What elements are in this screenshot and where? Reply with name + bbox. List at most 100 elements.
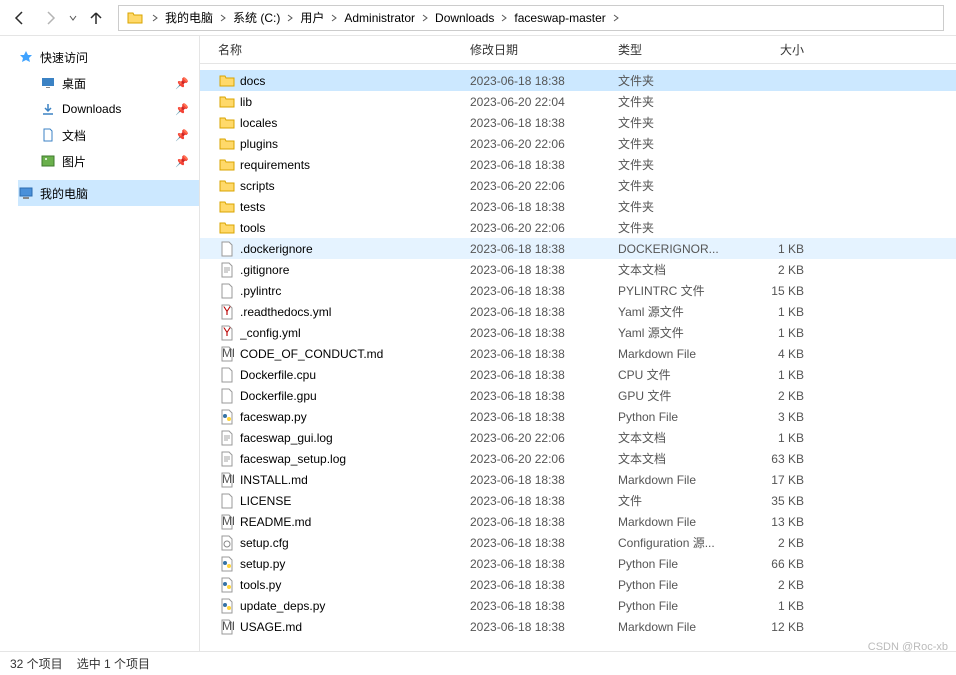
file-type: Python File <box>618 599 736 613</box>
file-date: 2023-06-18 18:38 <box>470 326 618 340</box>
folder-icon <box>218 115 236 131</box>
my-pc-label: 我的电脑 <box>40 185 88 202</box>
file-size: 1 KB <box>736 431 816 445</box>
chevron-right-icon[interactable] <box>419 14 431 22</box>
file-size: 2 KB <box>736 578 816 592</box>
file-size: 12 KB <box>736 620 816 634</box>
file-name: README.md <box>240 515 470 529</box>
file-size: 3 KB <box>736 410 816 424</box>
file-row[interactable]: setup.py 2023-06-18 18:38 Python File 66… <box>200 553 956 574</box>
breadcrumb-item[interactable]: Administrator <box>340 6 419 30</box>
my-pc-item[interactable]: 我的电脑 <box>18 180 199 206</box>
file-row[interactable]: tools.py 2023-06-18 18:38 Python File 2 … <box>200 574 956 595</box>
forward-button[interactable] <box>36 4 64 32</box>
breadcrumb-item[interactable]: 系统 (C:) <box>229 6 284 30</box>
breadcrumb-item[interactable]: Downloads <box>431 6 498 30</box>
file-row[interactable]: MD README.md 2023-06-18 18:38 Markdown F… <box>200 511 956 532</box>
column-name[interactable]: 名称 <box>218 41 470 58</box>
file-name: INSTALL.md <box>240 473 470 487</box>
column-date[interactable]: 修改日期 <box>470 41 618 58</box>
star-icon <box>18 49 34 65</box>
file-rows[interactable]: docs 2023-06-18 18:38 文件夹 lib 2023-06-20… <box>200 64 956 651</box>
history-dropdown[interactable] <box>66 14 80 22</box>
file-row[interactable]: .gitignore 2023-06-18 18:38 文本文档 2 KB <box>200 259 956 280</box>
file-row[interactable]: update_deps.py 2023-06-18 18:38 Python F… <box>200 595 956 616</box>
file-size: 17 KB <box>736 473 816 487</box>
file-row[interactable]: Y .readthedocs.yml 2023-06-18 18:38 Yaml… <box>200 301 956 322</box>
md-icon: MD <box>218 619 236 635</box>
chevron-right-icon[interactable] <box>328 14 340 22</box>
folder-icon <box>218 220 236 236</box>
file-type: 文件夹 <box>618 135 736 152</box>
file-size: 1 KB <box>736 368 816 382</box>
file-type: Python File <box>618 578 736 592</box>
file-row[interactable]: Y _config.yml 2023-06-18 18:38 Yaml 源文件 … <box>200 322 956 343</box>
file-type: PYLINTRC 文件 <box>618 282 736 299</box>
file-row[interactable]: plugins 2023-06-20 22:06 文件夹 <box>200 133 956 154</box>
file-row[interactable]: tools 2023-06-20 22:06 文件夹 <box>200 217 956 238</box>
file-row[interactable]: faceswap_gui.log 2023-06-20 22:06 文本文档 1… <box>200 427 956 448</box>
file-date: 2023-06-18 18:38 <box>470 536 618 550</box>
breadcrumb-item[interactable]: 我的电脑 <box>161 6 217 30</box>
file-row[interactable]: faceswap_setup.log 2023-06-20 22:06 文本文档… <box>200 448 956 469</box>
file-type: Yaml 源文件 <box>618 303 736 320</box>
file-row[interactable]: docs 2023-06-18 18:38 文件夹 <box>200 70 956 91</box>
file-name: faceswap_setup.log <box>240 452 470 466</box>
py-icon <box>218 598 236 614</box>
file-type: 文本文档 <box>618 261 736 278</box>
sidebar-item-label: 桌面 <box>62 75 86 92</box>
file-row[interactable]: scripts 2023-06-20 22:06 文件夹 <box>200 175 956 196</box>
file-date: 2023-06-18 18:38 <box>470 305 618 319</box>
file-size: 13 KB <box>736 515 816 529</box>
file-date: 2023-06-18 18:38 <box>470 473 618 487</box>
file-row[interactable]: Dockerfile.gpu 2023-06-18 18:38 GPU 文件 2… <box>200 385 956 406</box>
column-type[interactable]: 类型 <box>618 41 736 58</box>
sidebar-item[interactable]: Downloads📌 <box>18 96 199 122</box>
pc-icon <box>18 185 34 201</box>
navigation-pane[interactable]: 快速访问 桌面📌Downloads📌文档📌图片📌 我的电脑 <box>0 36 200 651</box>
file-date: 2023-06-18 18:38 <box>470 620 618 634</box>
file-date: 2023-06-18 18:38 <box>470 263 618 277</box>
quick-access-header[interactable]: 快速访问 <box>18 44 199 70</box>
file-row[interactable]: MD USAGE.md 2023-06-18 18:38 Markdown Fi… <box>200 616 956 637</box>
file-row[interactable]: LICENSE 2023-06-18 18:38 文件 35 KB <box>200 490 956 511</box>
up-button[interactable] <box>82 4 110 32</box>
sidebar-item-label: Downloads <box>62 102 121 116</box>
column-size[interactable]: 大小 <box>736 41 816 58</box>
file-row[interactable]: tests 2023-06-18 18:38 文件夹 <box>200 196 956 217</box>
file-size: 63 KB <box>736 452 816 466</box>
chevron-right-icon[interactable] <box>217 14 229 22</box>
file-date: 2023-06-18 18:38 <box>470 74 618 88</box>
chevron-right-icon[interactable] <box>284 14 296 22</box>
file-type: Markdown File <box>618 620 736 634</box>
column-headers[interactable]: 名称 修改日期 类型 大小 <box>200 36 956 64</box>
file-date: 2023-06-18 18:38 <box>470 158 618 172</box>
file-type: Markdown File <box>618 473 736 487</box>
md-icon: MD <box>218 514 236 530</box>
back-button[interactable] <box>6 4 34 32</box>
file-row[interactable]: requirements 2023-06-18 18:38 文件夹 <box>200 154 956 175</box>
folder-icon <box>218 157 236 173</box>
sidebar-item[interactable]: 桌面📌 <box>18 70 199 96</box>
breadcrumb-bar[interactable]: 我的电脑系统 (C:) 用户 Administrator Downloads faces… <box>118 5 944 31</box>
file-date: 2023-06-18 18:38 <box>470 515 618 529</box>
file-row[interactable]: .dockerignore 2023-06-18 18:38 DOCKERIGN… <box>200 238 956 259</box>
md-icon: MD <box>218 472 236 488</box>
file-row[interactable]: MD INSTALL.md 2023-06-18 18:38 Markdown … <box>200 469 956 490</box>
chevron-right-icon[interactable] <box>610 14 622 22</box>
file-row[interactable]: .pylintrc 2023-06-18 18:38 PYLINTRC 文件 1… <box>200 280 956 301</box>
file-row[interactable]: setup.cfg 2023-06-18 18:38 Configuration… <box>200 532 956 553</box>
chevron-right-icon[interactable] <box>149 14 161 22</box>
chevron-right-icon[interactable] <box>498 14 510 22</box>
sidebar-item[interactable]: 图片📌 <box>18 148 199 174</box>
breadcrumb-item[interactable]: 用户 <box>296 6 328 30</box>
breadcrumb-item[interactable]: faceswap-master <box>510 6 609 30</box>
file-row[interactable]: Dockerfile.cpu 2023-06-18 18:38 CPU 文件 1… <box>200 364 956 385</box>
sidebar-item[interactable]: 文档📌 <box>18 122 199 148</box>
file-row[interactable]: MD CODE_OF_CONDUCT.md 2023-06-18 18:38 M… <box>200 343 956 364</box>
file-row[interactable]: lib 2023-06-20 22:04 文件夹 <box>200 91 956 112</box>
file-type: 文件夹 <box>618 156 736 173</box>
file-type: 文件夹 <box>618 219 736 236</box>
file-row[interactable]: locales 2023-06-18 18:38 文件夹 <box>200 112 956 133</box>
file-row[interactable]: faceswap.py 2023-06-18 18:38 Python File… <box>200 406 956 427</box>
